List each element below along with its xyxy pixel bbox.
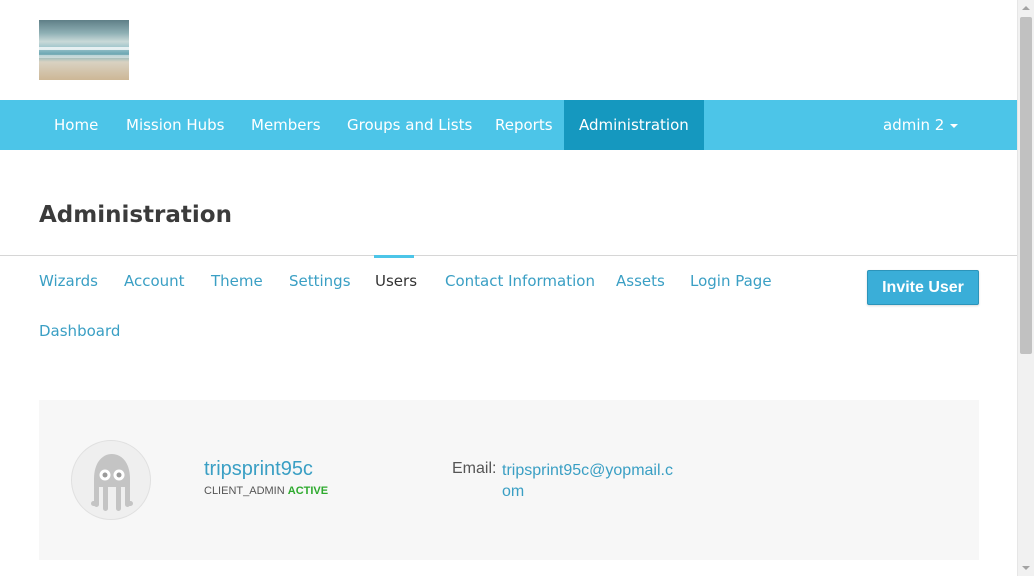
tab-settings[interactable]: Settings: [289, 272, 351, 290]
tab-assets[interactable]: Assets: [616, 272, 665, 290]
nav-members[interactable]: Members: [236, 100, 336, 150]
octopus-avatar-icon: [71, 440, 151, 520]
header-divider: [0, 255, 1017, 256]
nav-reports[interactable]: Reports: [480, 100, 568, 150]
user-meta: CLIENT_ADMIN ACTIVE: [204, 485, 328, 497]
page-title: Administration: [39, 202, 232, 228]
tab-login-page[interactable]: Login Page: [690, 272, 772, 290]
user-name-link[interactable]: tripsprint95c: [204, 458, 313, 481]
logo-wave: [39, 47, 129, 50]
page: Home Mission Hubs Members Groups and Lis…: [0, 0, 1017, 576]
email-link[interactable]: tripsprint95c@yopmail.com: [502, 460, 680, 502]
user-role: CLIENT_ADMIN: [204, 485, 285, 497]
logo[interactable]: [39, 20, 129, 80]
nav-administration[interactable]: Administration: [564, 100, 704, 150]
email-label: Email:: [452, 460, 497, 477]
scroll-up-button[interactable]: [1018, 0, 1034, 17]
nav-mission-hubs[interactable]: Mission Hubs: [111, 100, 239, 150]
scroll-thumb[interactable]: [1020, 17, 1032, 354]
tab-users[interactable]: Users: [375, 272, 417, 290]
octopus-icon: [91, 454, 133, 511]
tab-dashboard[interactable]: Dashboard: [39, 322, 120, 340]
logo-wave: [39, 55, 129, 58]
nav-groups-and-lists[interactable]: Groups and Lists: [332, 100, 487, 150]
user-menu[interactable]: admin 2: [868, 100, 973, 150]
caret-down-icon: [950, 123, 959, 128]
scroll-down-button[interactable]: [1018, 559, 1034, 576]
tab-account[interactable]: Account: [124, 272, 185, 290]
user-menu-label: admin 2: [883, 116, 945, 134]
active-tab-indicator: [374, 255, 414, 258]
arrow-up-icon: [1022, 6, 1030, 10]
invite-user-button[interactable]: Invite User: [867, 270, 979, 305]
status-badge: ACTIVE: [287, 485, 329, 497]
vertical-scrollbar[interactable]: [1017, 0, 1034, 576]
tab-contact-information[interactable]: Contact Information: [445, 272, 595, 290]
nav-home[interactable]: Home: [39, 100, 113, 150]
tab-theme[interactable]: Theme: [211, 272, 263, 290]
main-navbar: Home Mission Hubs Members Groups and Lis…: [0, 100, 1017, 150]
user-card: tripsprint95c CLIENT_ADMIN ACTIVE Email:…: [39, 400, 979, 560]
arrow-down-icon: [1022, 566, 1030, 570]
tab-wizards[interactable]: Wizards: [39, 272, 98, 290]
